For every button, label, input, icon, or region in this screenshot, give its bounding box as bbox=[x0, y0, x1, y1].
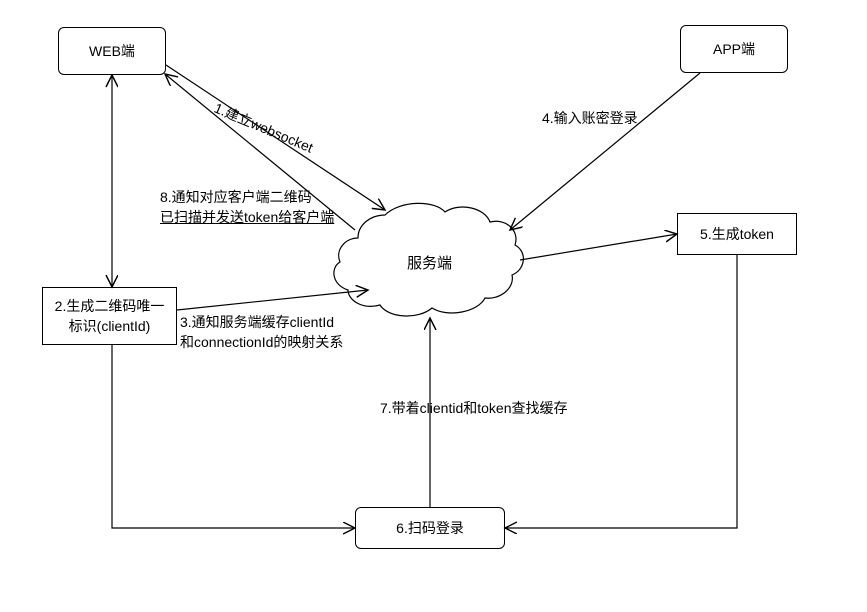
edge-label-4: 4.输入账密登录 bbox=[542, 108, 638, 128]
node-step6: 6.扫码登录 bbox=[355, 507, 505, 549]
node-step2-label: 2.生成二维码唯一标识(clientId) bbox=[49, 296, 170, 336]
node-web-label: WEB端 bbox=[89, 41, 135, 61]
node-step2: 2.生成二维码唯一标识(clientId) bbox=[42, 287, 177, 345]
edge-label-3: 3.通知服务端缓存clientId 和connectionId的映射关系 bbox=[180, 313, 343, 352]
node-step5-label: 5.生成token bbox=[700, 224, 774, 244]
edge-label-7: 7.带着clientid和token查找缓存 bbox=[380, 398, 568, 418]
node-step6-label: 6.扫码登录 bbox=[396, 518, 464, 538]
diagram-canvas: WEB端 APP端 2.生成二维码唯一标识(clientId) 5.生成toke… bbox=[0, 0, 867, 612]
node-server-label: 服务端 bbox=[407, 252, 452, 273]
edge-label-8-line2: 已扫描并发送token给客户端 bbox=[160, 208, 334, 228]
edge-label-1: 1.建立websocket bbox=[211, 98, 316, 158]
node-app: APP端 bbox=[680, 25, 788, 73]
node-step5: 5.生成token bbox=[677, 213, 797, 255]
edge-label-8-line1: 8.通知对应客户端二维码 bbox=[160, 188, 334, 208]
node-app-label: APP端 bbox=[713, 39, 755, 59]
node-web: WEB端 bbox=[58, 27, 166, 75]
edge-label-3-line2: 和connectionId的映射关系 bbox=[180, 333, 343, 353]
edge-label-8: 8.通知对应客户端二维码 已扫描并发送token给客户端 bbox=[160, 188, 334, 227]
edge-label-3-line1: 3.通知服务端缓存clientId bbox=[180, 313, 343, 333]
